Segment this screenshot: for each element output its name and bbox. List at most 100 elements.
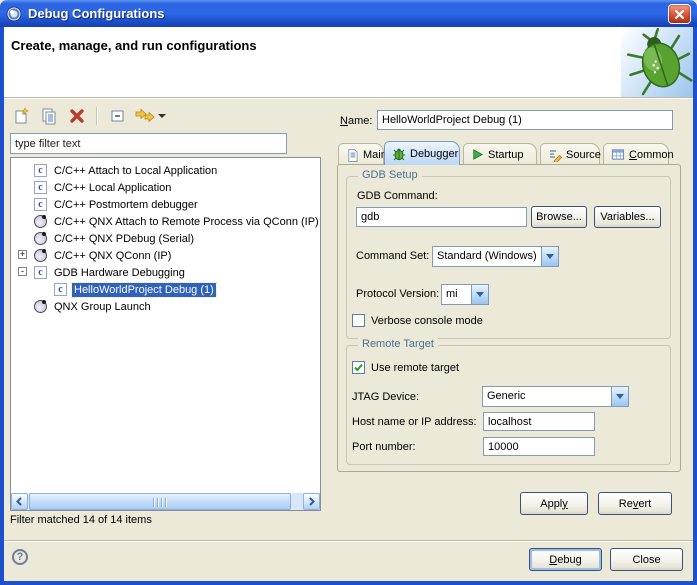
filter-input[interactable]	[10, 133, 287, 154]
expand-plus-icon[interactable]: +	[18, 250, 27, 259]
tree-item-qnx-qconn[interactable]: + C/C++ QNX QConn (IP)	[11, 247, 320, 264]
tree-item-local-application[interactable]: c C/C++ Local Application	[11, 179, 320, 196]
tree-item-label: C/C++ Attach to Local Application	[52, 164, 219, 178]
command-set-value: Standard (Windows)	[433, 247, 541, 266]
scroll-left-icon[interactable]	[11, 493, 28, 510]
debug-configurations-dialog: Debug Configurations Create, manage, and…	[0, 0, 697, 585]
qnx-icon	[34, 232, 47, 245]
duplicate-config-icon[interactable]	[38, 105, 60, 127]
tab-common[interactable]: Common	[603, 143, 669, 165]
command-set-select[interactable]: Standard (Windows)	[432, 246, 559, 267]
host-input[interactable]	[483, 412, 595, 431]
tree-item-qnx-attach-remote[interactable]: C/C++ QNX Attach to Remote Process via Q…	[11, 213, 320, 230]
chevron-down-icon[interactable]	[611, 387, 628, 406]
app-icon	[6, 6, 22, 22]
port-input[interactable]	[483, 437, 595, 456]
tab-source[interactable]: Source	[540, 143, 600, 165]
window-border-bottom	[0, 581, 697, 585]
protocol-version-select[interactable]: mi	[441, 284, 489, 305]
name-label: Name:	[340, 115, 372, 127]
verbose-console-label: Verbose console mode	[371, 315, 483, 327]
collapse-minus-icon[interactable]: -	[18, 267, 27, 276]
qnx-icon	[34, 249, 47, 262]
play-icon	[471, 148, 484, 161]
filter-menu-caret-icon[interactable]	[158, 114, 166, 118]
host-label: Host name or IP address:	[352, 416, 477, 428]
footer-separator	[4, 540, 693, 542]
c-project-icon: c	[34, 164, 47, 177]
config-tree[interactable]: c C/C++ Attach to Local Application c C/…	[10, 157, 321, 511]
browse-button[interactable]: Browse...	[531, 206, 587, 228]
tab-label: Common	[629, 149, 674, 161]
filter-status: Filter matched 14 of 14 items	[10, 514, 152, 526]
config-toolbar	[10, 104, 166, 128]
tree-item-label: C/C++ Postmortem debugger	[52, 198, 200, 212]
command-set-label: Command Set:	[356, 250, 429, 262]
tree-item-label: GDB Hardware Debugging	[52, 266, 187, 280]
qnx-icon	[34, 215, 47, 228]
help-icon[interactable]: ?	[12, 549, 28, 565]
dialog-header: Create, manage, and run configurations	[4, 27, 693, 97]
variables-button[interactable]: Variables...	[594, 206, 661, 228]
dialog-header-title: Create, manage, and run configurations	[11, 38, 257, 53]
name-input[interactable]	[377, 110, 673, 130]
tree-horizontal-scrollbar[interactable]	[11, 493, 320, 510]
jtag-device-value: Generic	[483, 387, 611, 406]
tab-label: Debugger	[410, 148, 458, 160]
close-button[interactable]: Close	[610, 548, 683, 571]
window-border-left	[0, 27, 4, 585]
tree-item-helloworld-debug[interactable]: c HelloWorldProject Debug (1)	[11, 281, 320, 298]
jtag-device-label: JTAG Device:	[352, 391, 419, 403]
new-config-icon[interactable]	[10, 105, 32, 127]
gdb-command-input[interactable]	[356, 207, 527, 227]
qnx-icon	[34, 300, 47, 313]
tab-startup[interactable]: Startup	[463, 143, 537, 165]
collapse-all-icon[interactable]	[106, 105, 128, 127]
jtag-device-select[interactable]: Generic	[482, 386, 629, 407]
table-icon	[611, 148, 625, 161]
titlebar[interactable]: Debug Configurations	[0, 0, 697, 27]
header-separator	[4, 97, 693, 99]
c-project-icon: c	[34, 266, 47, 279]
c-project-icon: c	[34, 181, 47, 194]
tree-item-qnx-pdebug[interactable]: C/C++ QNX PDebug (Serial)	[11, 230, 320, 247]
debug-button[interactable]: Debug	[529, 548, 602, 571]
window-title: Debug Configurations	[28, 6, 165, 21]
group-title: Remote Target	[358, 338, 438, 350]
tree-item-gdb-hardware[interactable]: - c GDB Hardware Debugging	[11, 264, 320, 281]
tree-item-label: C/C++ QNX QConn (IP)	[52, 249, 173, 263]
tab-debugger[interactable]: Debugger	[384, 141, 460, 165]
chevron-down-icon[interactable]	[471, 285, 488, 304]
tree-item-label: QNX Group Launch	[52, 300, 153, 314]
tree-item-qnx-group-launch[interactable]: QNX Group Launch	[11, 298, 320, 315]
c-project-icon: c	[34, 198, 47, 211]
protocol-version-label: Protocol Version:	[356, 288, 439, 300]
scrollbar-track[interactable]	[28, 493, 303, 510]
use-remote-target-checkbox[interactable]	[352, 361, 365, 374]
delete-config-icon[interactable]	[66, 105, 88, 127]
scrollbar-thumb[interactable]	[29, 493, 291, 510]
tree-item-label-selected: HelloWorldProject Debug (1)	[72, 283, 216, 297]
tree-item-label: C/C++ Local Application	[52, 181, 173, 195]
chevron-down-icon[interactable]	[541, 247, 558, 266]
filter-configs-icon[interactable]	[134, 105, 166, 127]
tree-item-label: C/C++ QNX PDebug (Serial)	[52, 232, 196, 246]
revert-button[interactable]: Revert	[598, 492, 672, 515]
tree-item-attach-local[interactable]: c C/C++ Attach to Local Application	[11, 162, 320, 179]
tree-item-postmortem[interactable]: c C/C++ Postmortem debugger	[11, 196, 320, 213]
scroll-right-icon[interactable]	[303, 493, 320, 510]
bug-icon	[392, 147, 406, 161]
tree-item-label: C/C++ QNX Attach to Remote Process via Q…	[52, 215, 321, 229]
apply-button[interactable]: Apply	[520, 492, 588, 515]
document-icon	[346, 148, 359, 162]
gdb-command-label: GDB Command:	[357, 190, 438, 202]
verbose-console-checkbox[interactable]	[352, 314, 365, 327]
group-title: GDB Setup	[358, 169, 422, 181]
use-remote-target-label: Use remote target	[371, 362, 459, 374]
close-icon[interactable]	[668, 4, 691, 24]
toolbar-separator	[96, 107, 98, 125]
tab-main[interactable]: Main	[338, 143, 384, 165]
window-border-right	[693, 27, 697, 585]
c-project-icon: c	[54, 283, 67, 296]
protocol-version-value: mi	[442, 285, 471, 304]
